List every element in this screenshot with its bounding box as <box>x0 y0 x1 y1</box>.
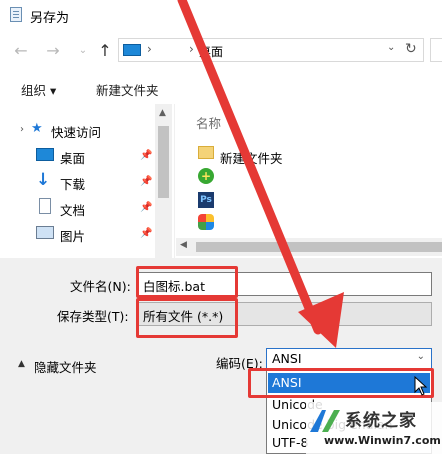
watermark-logo-icon <box>310 410 340 432</box>
annotation-arrow <box>177 0 344 348</box>
watermark-title: 系统之家 <box>345 411 417 431</box>
watermark-url: www.Winwin7.com <box>324 434 441 447</box>
save-as-dialog: 另存为 ← → ⌄ ↑ › › 桌面 ⌄ ↻ 组织 ▾ 新建文件夹 › ★ 快速… <box>0 0 442 454</box>
